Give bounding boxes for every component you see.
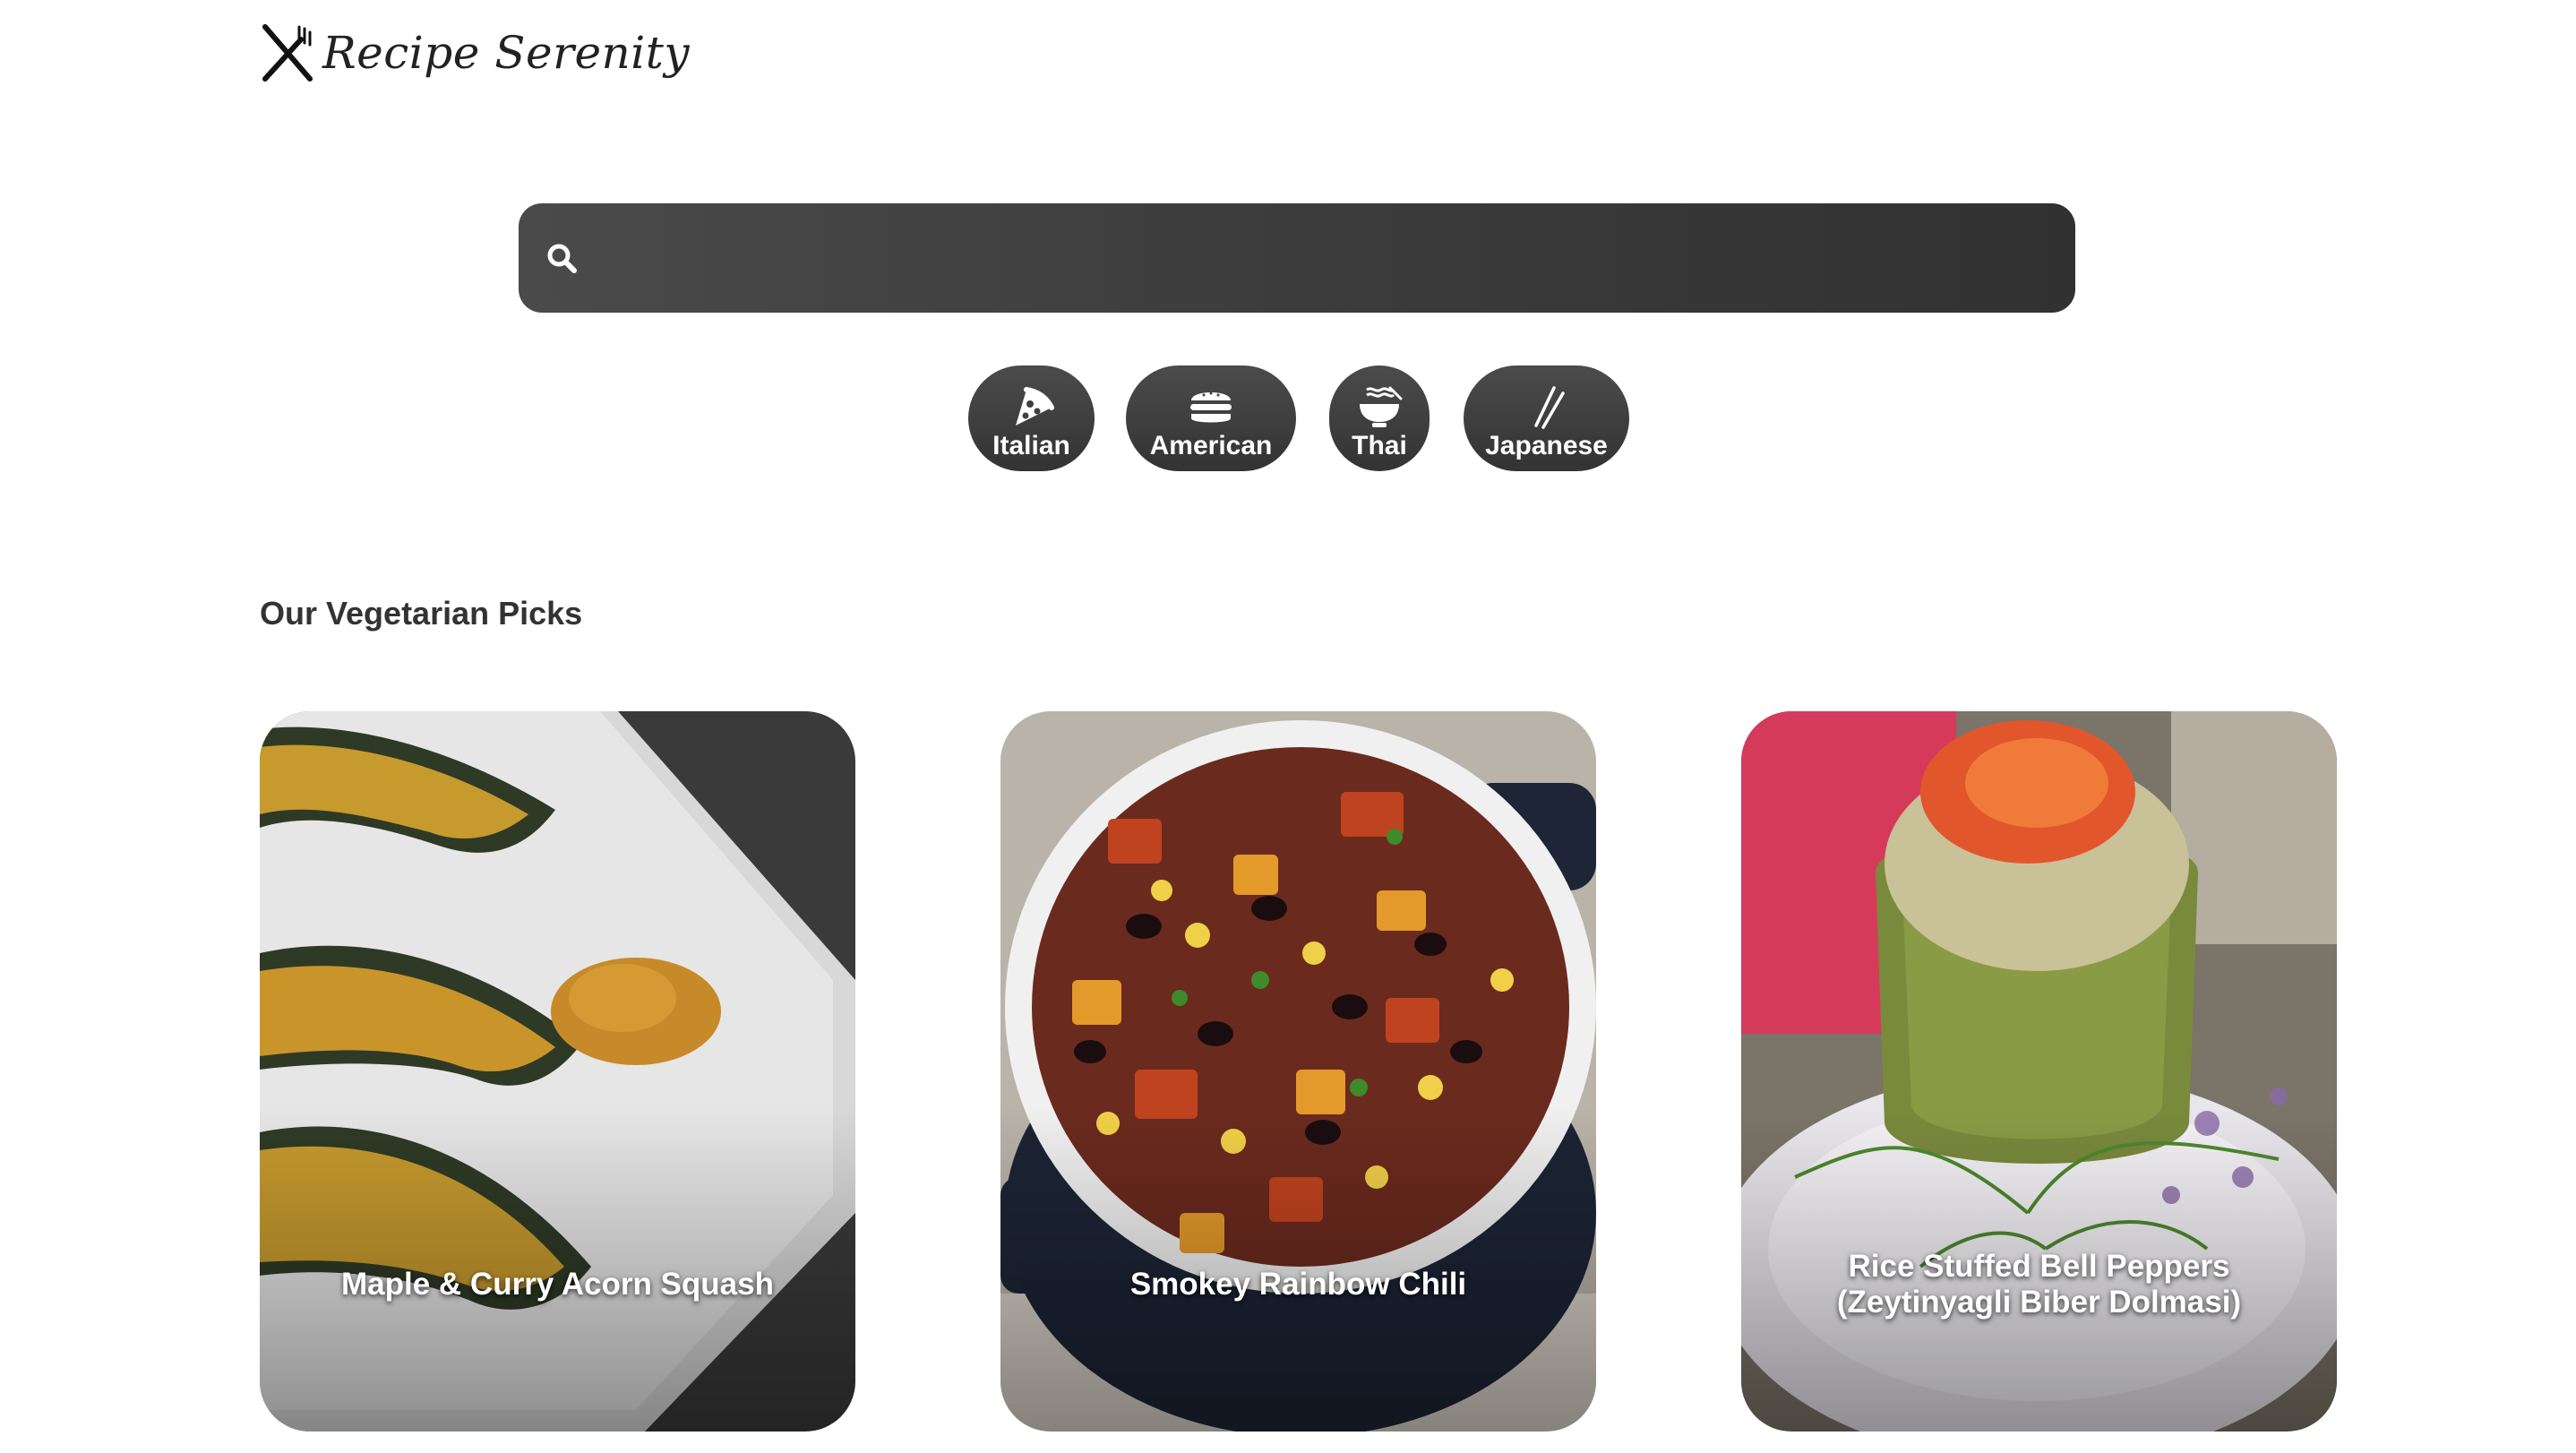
cuisine-chip-american[interactable]: American (1126, 365, 1296, 471)
cuisine-label: American (1149, 431, 1273, 460)
brand-logo[interactable]: Recipe Serenity (260, 23, 690, 82)
recipe-card[interactable]: Smokey Rainbow Chili (1000, 711, 1596, 1432)
chopsticks-icon (1533, 386, 1565, 429)
cuisine-label: Thai (1352, 431, 1407, 460)
cuisine-label: Japanese (1485, 431, 1608, 460)
recipe-title: Maple & Curry Acorn Squash (341, 1267, 774, 1302)
pizza-icon (1015, 387, 1054, 426)
cuisine-chip-japanese[interactable]: Japanese (1464, 365, 1629, 471)
brand-name: Recipe Serenity (322, 27, 691, 79)
cuisine-chip-thai[interactable]: Thai (1329, 365, 1430, 471)
card-overlay (1741, 711, 2337, 1432)
recipe-card[interactable]: Maple & Curry Acorn Squash (260, 711, 855, 1432)
recipe-card[interactable]: Rice Stuffed Bell Peppers (Zeytinyagli B… (1741, 711, 2337, 1432)
cuisine-chip-italian[interactable]: Italian (968, 365, 1095, 471)
card-overlay (260, 711, 855, 1432)
search-bar[interactable] (519, 202, 2075, 314)
recipe-title: Smokey Rainbow Chili (1129, 1267, 1467, 1302)
cuisine-label: Italian (992, 431, 1070, 460)
noodle-bowl-icon (1360, 386, 1403, 427)
search-input[interactable] (578, 202, 2075, 314)
cuisine-filters: Italian American Thai Japanese (0, 365, 2576, 471)
recipe-title: Rice Stuffed Bell Peppers (Zeytinyagli B… (1836, 1249, 2242, 1320)
card-overlay (1000, 711, 1596, 1432)
section-title: Our Vegetarian Picks (260, 595, 583, 632)
search-icon[interactable] (545, 242, 578, 274)
burger-icon (1190, 391, 1232, 423)
fork-knife-icon (262, 24, 313, 82)
